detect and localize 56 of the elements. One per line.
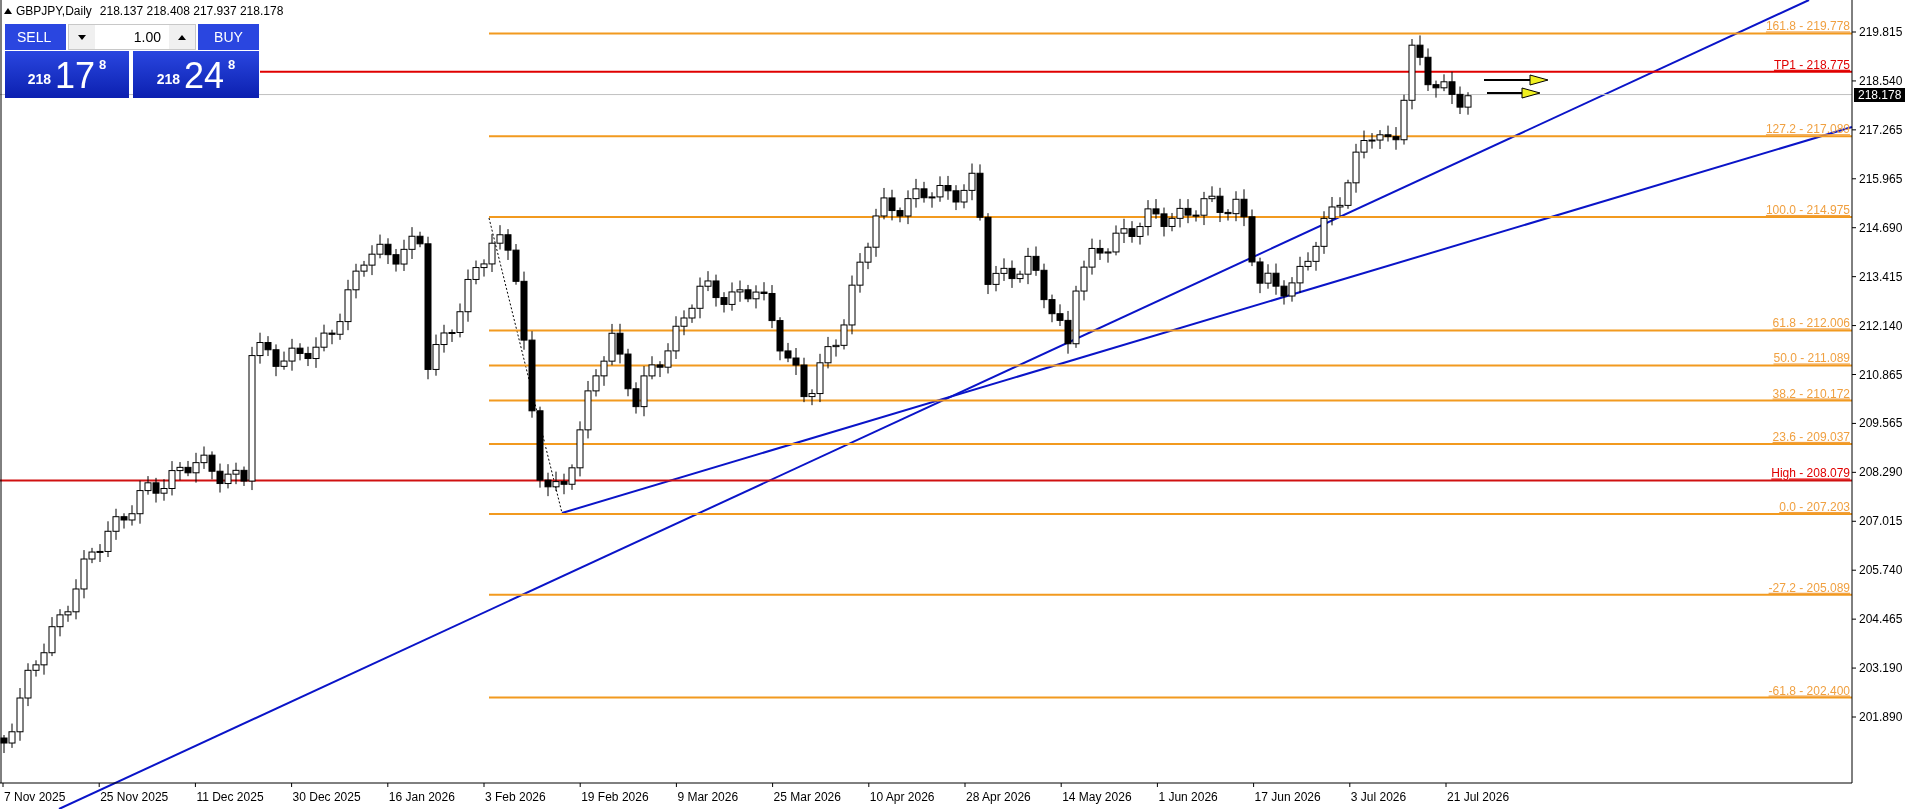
level-label: 23.6 - 209.037 (1772, 429, 1850, 444)
level-label: 161.8 - 219.778 (1765, 19, 1850, 34)
price-axis-label: 208.290 (1859, 465, 1903, 480)
level-label: 50.0 - 211.089 (1773, 351, 1850, 366)
time-axis-label: 7 Nov 2025 (4, 790, 66, 804)
time-axis-label: 9 Mar 2026 (677, 790, 739, 804)
price-main: 24 (184, 58, 225, 94)
symbol-caption: GBPJPY,Daily (16, 3, 92, 20)
level-label: TP1 - 218.775 (1773, 57, 1850, 72)
time-axis-label: 3 Jul 2026 (1350, 790, 1407, 804)
price-prefix: 218 (156, 70, 181, 89)
time-axis-label: 1 Jun 2026 (1158, 790, 1218, 804)
price-superscript: 8 (228, 56, 236, 74)
time-axis-label: 30 Dec 2025 (292, 790, 361, 804)
time-axis-label: 17 Jun 2026 (1254, 790, 1321, 804)
ohlc-values: 218.137 218.408 217.937 218.178 (99, 3, 284, 20)
level-label: -61.8 - 202.400 (1768, 683, 1850, 698)
current-price-label: 218.178 (1854, 87, 1906, 102)
price-axis-label: 204.465 (1859, 612, 1903, 627)
price-axis-label: 201.890 (1859, 710, 1903, 724)
price-axis-label: 207.015 (1859, 514, 1903, 529)
price-axis-label: 215.965 (1859, 171, 1903, 186)
price-axis-label: 212.140 (1859, 318, 1903, 333)
lot-spinner[interactable]: 1.00 (68, 24, 196, 50)
time-axis-label: 25 Nov 2025 (100, 790, 169, 804)
price-prefix: 218 (27, 70, 52, 89)
time-axis-label: 19 Feb 2026 (581, 790, 649, 804)
time-axis-label: 21 Jul 2026 (1447, 790, 1510, 804)
level-label: 38.2 - 210.172 (1772, 386, 1850, 401)
time-axis-label: 25 Mar 2026 (773, 790, 841, 804)
level-label: 61.8 - 212.006 (1772, 316, 1850, 331)
price-axis-label: 213.415 (1859, 269, 1903, 284)
time-axis-label: 28 Apr 2026 (966, 790, 1031, 804)
level-label: 127.2 - 217.089 (1765, 122, 1850, 137)
level-label: 100.0 - 214.975 (1765, 202, 1850, 217)
buy-button[interactable]: BUY (198, 24, 259, 50)
price-main: 17 (55, 58, 96, 94)
time-axis-label: 3 Feb 2026 (485, 790, 546, 804)
price-axis-label: 205.740 (1859, 563, 1903, 578)
time-axis-label: 11 Dec 2025 (196, 790, 264, 804)
price-axis-label: 214.690 (1859, 220, 1903, 235)
price-axis-label: 217.265 (1859, 122, 1903, 137)
sell-button[interactable]: SELL (5, 24, 66, 50)
price-axis-label: 203.190 (1859, 661, 1903, 676)
lot-field[interactable]: 1.00 (95, 25, 169, 49)
time-axis-label: 14 May 2026 (1062, 790, 1132, 804)
time-axis-label: 10 Apr 2026 (869, 790, 935, 804)
price-axis-label: 210.865 (1859, 367, 1903, 382)
price-axis-label: 209.565 (1859, 416, 1903, 431)
level-label: 0.0 - 207.203 (1779, 499, 1850, 514)
level-label: -27.2 - 205.089 (1768, 580, 1850, 595)
price-superscript: 8 (99, 56, 107, 74)
price-axis-label: 219.815 (1859, 25, 1903, 39)
price-axis-label: 218.540 (1859, 73, 1903, 88)
level-label: High - 208.079 (1771, 466, 1850, 481)
time-axis-label: 16 Jan 2026 (388, 790, 455, 804)
